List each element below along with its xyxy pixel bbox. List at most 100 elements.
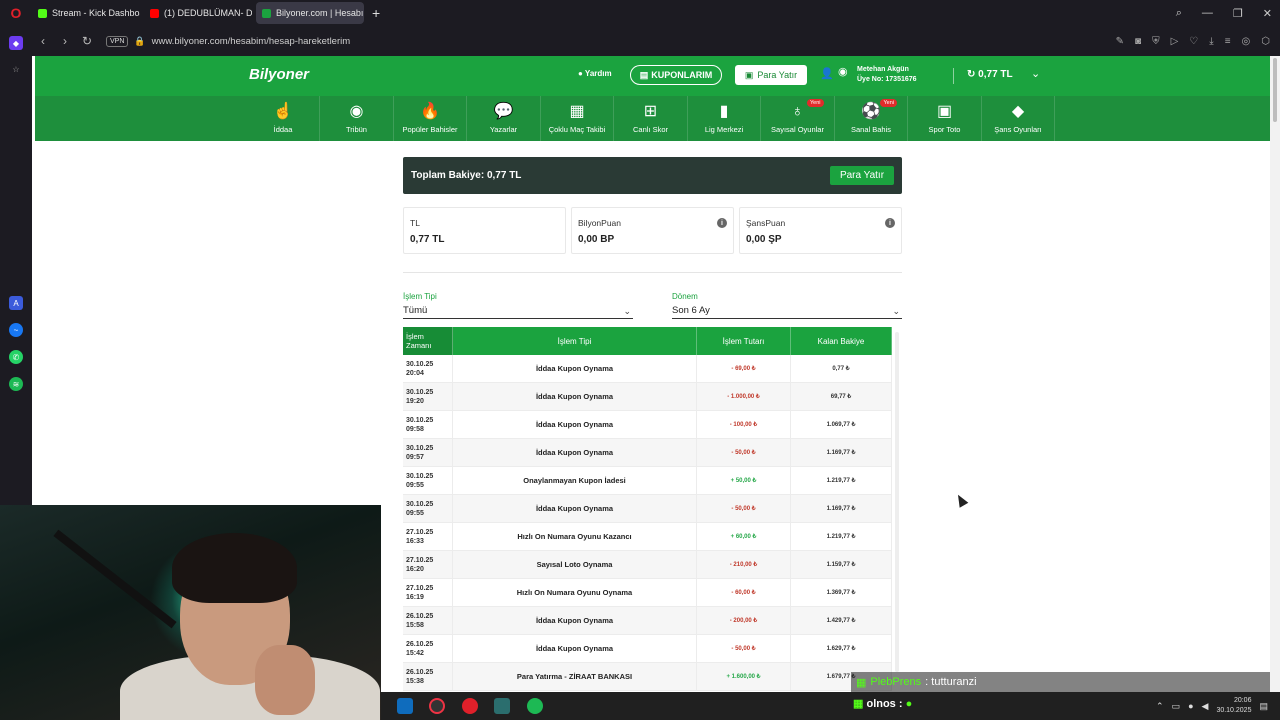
volume-icon[interactable]: ◀ [1202,701,1209,712]
maximize-icon[interactable]: ❐ [1233,7,1243,20]
cell-balance: 69,77 ₺ [791,383,892,410]
user-icon[interactable]: 👤 [820,67,834,80]
scrollbar-thumb[interactable] [1273,58,1277,122]
spotify-taskbar-icon[interactable] [527,698,543,714]
opera-logo-icon[interactable]: O [0,0,32,26]
profile-icon[interactable]: ◎ [1242,36,1251,47]
nav-item-3[interactable]: 🔥 Popüler Bahisler [394,96,467,141]
coupons-button[interactable]: ▤ KUPONLARIM [630,65,722,85]
url-field[interactable]: www.bilyoner.com/hesabim/hesap-hareketle… [152,36,351,47]
tab-youtube[interactable]: (1) DEDUBLÜMAN- Dağlı [144,2,252,24]
mic-icon[interactable]: ● [1188,701,1193,711]
forward-icon[interactable]: › [54,34,76,48]
clock[interactable]: 20:06 30.10.2025 [1216,696,1251,716]
search-icon[interactable]: ⌕ [1176,7,1182,20]
shield-icon[interactable]: ⛨ [1152,36,1160,47]
whatsapp-icon[interactable]: ✆ [9,350,23,364]
table-row[interactable]: 27.10.25 16:20 Sayısal Loto Oynama - 210,00… [403,551,892,579]
table-row[interactable]: 30.10.25 19:20 İddaa Kupon Oynama - 1.000,0… [403,383,892,411]
nav-item-4[interactable]: 💬 Yazarlar [468,96,541,141]
wallet-icon: ▣ [744,69,754,80]
table-scrollbar[interactable] [895,332,899,672]
browser-sidebar: ◆ ☆ A ~ ✆ ≋ [0,26,32,506]
card-value: 0,00 BP [578,234,615,245]
notification-icon[interactable]: ▤ [1259,701,1268,712]
cell-amount: - 69,00 ₺ [697,355,791,382]
new-tab-icon[interactable]: + [372,5,380,21]
deposit-button[interactable]: ▣ Para Yatır [735,65,807,85]
tab-title: Stream - Kick Dashboard [52,8,140,18]
mouse-cursor [953,492,969,508]
table-row[interactable]: 30.10.25 09:58 İddaa Kupon Oynama - 100,00 … [403,411,892,439]
aria-icon[interactable]: A [9,296,23,310]
table-row[interactable]: 27.10.25 16:33 Hızlı On Numara Oyunu Kazan… [403,523,892,551]
nav-item-10[interactable]: ▣ Spor Toto [909,96,982,141]
card-label: ŞansPuan [746,218,786,228]
nav-item-5[interactable]: ▦ Çoklu Maç Takibi [541,96,614,141]
spotify-icon[interactable]: ≋ [9,377,23,391]
app-icon[interactable] [494,698,510,714]
refresh-icon[interactable]: ↻ [967,69,975,80]
cell-amount: - 100,00 ₺ [697,411,791,438]
table-row[interactable]: 30.10.25 20:04 İddaa Kupon Oynama - 69,00 ₺… [403,355,892,383]
tab-kick-dashboard[interactable]: Stream - Kick Dashboard [32,2,140,24]
lock-icon[interactable]: 🔒 [134,36,145,47]
outlook-icon[interactable] [397,698,413,714]
balance-value: 0,77 TL [978,69,1013,80]
page-scrollbar[interactable] [1270,56,1280,720]
cell-type: Hızlı On Numara Oyunu Kazancı [453,523,697,550]
opera-taskbar-icon[interactable] [462,698,478,714]
cell-balance: 1.169,77 ₺ [791,439,892,466]
help-icon: ● [578,69,583,78]
minimize-icon[interactable]: — [1202,7,1213,19]
info-icon[interactable]: i [885,218,895,228]
table-row[interactable]: 26.10.25 15:38 Para Yatırma - ZİRAAT BANKA… [403,663,892,691]
messenger-icon[interactable]: ~ [9,323,23,337]
transaction-type-filter[interactable]: İşlem Tipi Tümü ⌄ [403,292,633,319]
deposit-button-secondary[interactable]: Para Yatır [830,166,894,185]
close-icon[interactable]: ✕ [1263,7,1272,20]
back-icon[interactable]: ‹ [32,34,54,48]
vpn-badge[interactable]: VPN [106,35,129,47]
network-icon[interactable]: ▭ [1172,701,1181,712]
period-filter[interactable]: Dönem Son 6 Ay ⌄ [672,292,902,319]
nav-item-1[interactable]: ☝ İddaa [247,96,320,141]
bilyoner-logo[interactable]: Bilyoner [249,66,309,83]
info-icon[interactable]: i [717,218,727,228]
table-row[interactable]: 26.10.25 15:42 İddaa Kupon Oynama - 50,00 ₺… [403,635,892,663]
table-row[interactable]: 27.10.25 16:19 Hızlı On Numara Oyunu Oynam… [403,579,892,607]
menu-icon[interactable]: ≡ [1225,36,1231,47]
divider [953,68,954,84]
user-info[interactable]: Metehan Akgün Üye No: 17351676 [857,65,917,85]
play-icon[interactable]: ▷ [1171,36,1179,47]
table-row[interactable]: 26.10.25 15:58 İddaa Kupon Oynama - 200,00 … [403,607,892,635]
workspace-icon[interactable]: ◆ [9,36,23,50]
kick-icon [38,8,47,18]
extension-icon[interactable]: ⬡ [1261,36,1270,47]
reload-icon[interactable]: ↻ [76,34,98,48]
camera-icon[interactable]: ◙ [1135,36,1141,47]
eye-icon[interactable]: ◉ [838,65,848,78]
nav-item-8[interactable]: ♁ Sayısal Oyunlar Yeni [762,96,835,141]
download-icon[interactable]: ⤓ [1209,36,1213,47]
heart-icon[interactable]: ♡ [1189,36,1198,47]
nav-item-7[interactable]: ▮ Lig Merkezi [688,96,761,141]
tab-bilyoner[interactable]: Bilyoner.com | Hesabım | [256,2,364,24]
balance-card-sanspuan: ŞansPuan 0,00 ŞP i [739,207,902,254]
nav-item-9[interactable]: ⚽ Sanal Bahis Yeni [835,96,908,141]
nav-item-11[interactable]: ◆ Şans Oyunları [982,96,1055,141]
cell-time: 30.10.25 09:55 [403,495,453,522]
chevron-down-icon[interactable]: ⌄ [1031,67,1040,80]
chevron-up-icon[interactable]: ⌃ [1156,701,1164,712]
star-icon[interactable]: ☆ [9,62,23,76]
table-row[interactable]: 30.10.25 09:57 İddaa Kupon Oynama - 50,00 ₺… [403,439,892,467]
nav-item-2[interactable]: ◉ Tribün [321,96,394,141]
header-balance[interactable]: ↻ 0,77 TL [967,69,1013,80]
table-row[interactable]: 30.10.25 09:55 İddaa Kupon Oynama - 50,00 ₺… [403,495,892,523]
obs-icon[interactable] [429,698,445,714]
table-row[interactable]: 30.10.25 09:55 Onaylanmayan Kupon İadesi + … [403,467,892,495]
edit-icon[interactable]: ✎ [1116,36,1124,47]
tab-title: (1) DEDUBLÜMAN- Dağlı [164,8,252,18]
nav-item-6[interactable]: ⊞ Canlı Skor [615,96,688,141]
help-link[interactable]: ● Yardım [578,69,612,78]
